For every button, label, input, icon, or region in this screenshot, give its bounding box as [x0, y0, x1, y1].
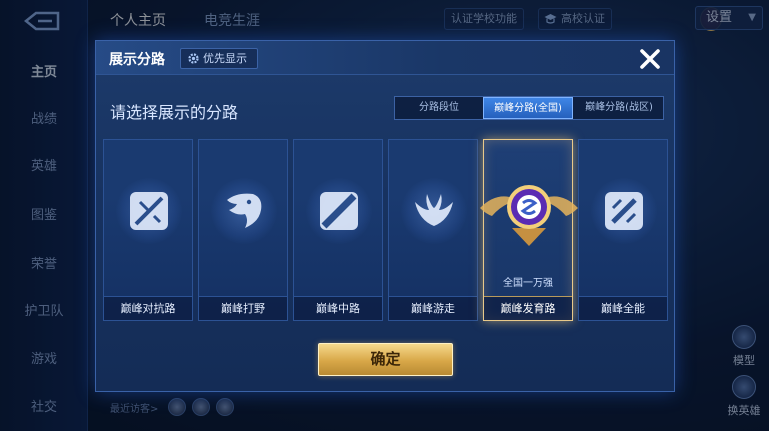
tab-lane-rank[interactable]: 分路段位 — [395, 97, 483, 119]
select-lane-prompt: 请选择展示的分路 — [110, 103, 239, 122]
lane-card-farm[interactable]: 全国一万强 巅峰发育路 — [480, 139, 578, 321]
national-rank-text: 全国一万强 — [503, 278, 553, 289]
all-round-icon — [605, 192, 643, 230]
dialog-title: 展示分路 — [109, 52, 165, 68]
clash-lane-icon — [130, 192, 168, 230]
lane-card-all-round[interactable]: 巅峰全能 — [578, 139, 668, 321]
lane-card-mid[interactable]: 巅峰中路 — [293, 139, 383, 321]
dialog-header: 展示分路 优先显示 — [96, 41, 674, 75]
farm-lane-icon — [507, 185, 551, 229]
lane-label: 巅峰发育路 — [484, 296, 572, 320]
gear-icon — [188, 53, 199, 64]
tab-peak-lane-national[interactable]: 巅峰分路(全国) — [483, 97, 573, 119]
lane-card-roam[interactable]: 巅峰游走 — [388, 139, 478, 321]
jungle-icon — [227, 193, 262, 228]
lane-label: 巅峰全能 — [579, 296, 667, 320]
confirm-button[interactable]: 确定 — [318, 343, 453, 376]
lane-label: 巅峰打野 — [199, 296, 287, 320]
priority-display-button[interactable]: 优先显示 — [180, 48, 258, 69]
mid-lane-icon — [320, 192, 358, 230]
tab-peak-lane-region[interactable]: 巅峰分路(战区) — [575, 97, 663, 119]
lane-card-clash[interactable]: 巅峰对抗路 — [103, 139, 193, 321]
priority-display-label: 优先显示 — [203, 52, 247, 65]
lane-label: 巅峰对抗路 — [104, 296, 192, 320]
ranking-scope-tabs: 分路段位 巅峰分路(全国) 巅峰分路(战区) — [394, 96, 664, 120]
roam-icon — [415, 194, 453, 226]
lane-label: 巅峰中路 — [294, 296, 382, 320]
lane-card-jungle[interactable]: 巅峰打野 — [198, 139, 288, 321]
lane-label: 巅峰游走 — [389, 296, 477, 320]
lane-display-dialog: 展示分路 优先显示 请选择展示的分路 分路段位 巅峰分路(全国) 巅峰分路(战区… — [95, 40, 675, 392]
close-icon[interactable] — [636, 45, 664, 73]
